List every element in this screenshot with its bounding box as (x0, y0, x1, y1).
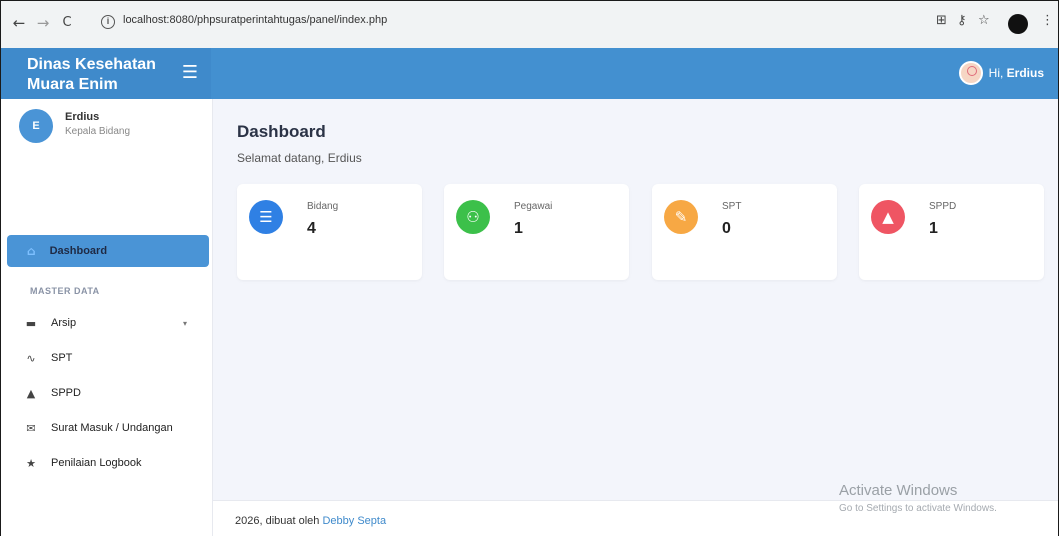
archive-icon: ▬ (25, 316, 37, 330)
stat-card-pegawai[interactable]: ⚇ Pegawai 1 (444, 184, 629, 280)
sidebar-item-dashboard[interactable]: ⌂ Dashboard (7, 235, 209, 267)
page-title: Dashboard (237, 122, 326, 141)
list-icon: ☰ (249, 200, 283, 234)
stat-value: 0 (722, 220, 731, 237)
sidebar-item-penilaian-logbook[interactable]: ★ Penilaian Logbook (25, 452, 205, 474)
user-greeting[interactable]: Hi, Erdius (989, 66, 1044, 80)
user-menu[interactable]: Hi, Erdius (958, 58, 1044, 88)
hamburger-menu-icon[interactable]: ☰ (179, 62, 201, 84)
profile-role: Kepala Bidang (65, 126, 131, 137)
sidebar-item-label: Dashboard (49, 245, 108, 257)
signature-icon: ∿ (26, 351, 36, 365)
stat-card-spt[interactable]: ✎ SPT 0 (652, 184, 837, 280)
footer-author-link[interactable]: Debby Septa (322, 515, 386, 527)
translate-icon[interactable]: ⊞ (936, 13, 947, 28)
app-container: Dinas Kesehatan Muara Enim ☰ Hi, Erdius … (0, 48, 1059, 536)
road-icon: ▲ (871, 200, 905, 234)
brand-area: Dinas Kesehatan Muara Enim ☰ (1, 48, 211, 99)
password-key-icon[interactable]: ⚷ (957, 13, 967, 28)
stat-card-bidang[interactable]: ☰ Bidang 4 (237, 184, 422, 280)
profile-name: Erdius (65, 111, 100, 123)
brand-title[interactable]: Dinas Kesehatan Muara Enim (27, 55, 177, 95)
footer-text: 2026, dibuat oleh Debby Septa (235, 515, 387, 527)
browser-profile-avatar[interactable] (1008, 14, 1028, 34)
stat-value: 1 (929, 220, 938, 237)
browser-menu-icon[interactable]: ⋮ (1041, 13, 1054, 28)
home-icon: ⌂ (27, 244, 36, 258)
back-icon[interactable]: ← (9, 13, 29, 33)
bookmark-star-icon[interactable]: ☆ (978, 13, 990, 28)
sidebar-item-surat-masuk[interactable]: ✉ Surat Masuk / Undangan (25, 417, 205, 439)
stat-label: Pegawai (514, 201, 553, 212)
user-avatar[interactable] (958, 61, 983, 85)
file-signature-icon: ✎ (664, 200, 698, 234)
sidebar-item-label: Arsip (51, 317, 77, 329)
sidebar-item-label: SPT (51, 352, 73, 364)
windows-activation-subtitle: Go to Settings to activate Windows. (839, 503, 997, 514)
stat-label: SPT (722, 201, 742, 212)
sidebar-item-label: Penilaian Logbook (51, 457, 142, 469)
address-bar[interactable]: localhost:8080/phpsuratperintahtugas/pan… (123, 14, 387, 26)
section-label-master-data: MASTER DATA (30, 286, 100, 296)
stat-label: SPPD (929, 201, 957, 212)
stat-value: 4 (307, 220, 316, 237)
star-icon: ★ (26, 456, 36, 470)
users-icon: ⚇ (456, 200, 490, 234)
forward-icon[interactable]: → (33, 13, 53, 33)
sidebar-item-label: SPPD (51, 387, 81, 399)
site-info-icon[interactable]: i (101, 15, 115, 29)
stat-card-sppd[interactable]: ▲ SPPD 1 (859, 184, 1044, 280)
browser-toolbar: ← → C i localhost:8080/phpsuratperintaht… (0, 0, 1059, 48)
windows-activation-title: Activate Windows (839, 482, 958, 499)
top-navbar: Dinas Kesehatan Muara Enim ☰ Hi, Erdius (1, 48, 1058, 99)
stat-label: Bidang (307, 201, 339, 212)
sidebar-profile: E Erdius Kepala Bidang (19, 109, 130, 143)
reload-icon[interactable]: C (57, 13, 77, 33)
sidebar-item-arsip[interactable]: ▬ Arsip ▾ (25, 312, 205, 334)
sidebar-item-spt[interactable]: ∿ SPT (25, 347, 205, 369)
stat-value: 1 (514, 220, 523, 237)
sidebar: E Erdius Kepala Bidang ⌂ Dashboard MASTE… (1, 99, 213, 536)
envelope-icon: ✉ (26, 421, 36, 435)
sidebar-item-sppd[interactable]: ▲ SPPD (25, 382, 205, 404)
avatar: E (19, 109, 53, 143)
road-icon: ▲ (26, 386, 36, 400)
page-subtitle: Selamat datang, Erdius (237, 151, 362, 165)
sidebar-item-label: Surat Masuk / Undangan (51, 422, 173, 434)
chevron-down-icon: ▾ (182, 318, 187, 328)
